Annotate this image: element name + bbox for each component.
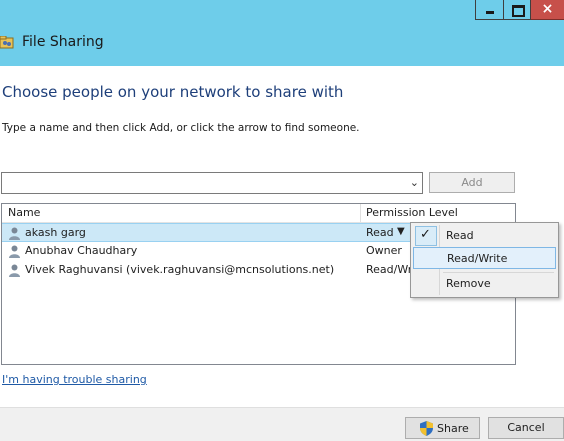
- close-icon: ×: [541, 1, 554, 17]
- column-header-permission[interactable]: Permission Level: [366, 206, 458, 219]
- user-icon: [9, 264, 20, 277]
- dropdown-arrow-icon[interactable]: ▼: [397, 226, 405, 237]
- user-name: akash garg: [25, 226, 86, 239]
- menu-item-read[interactable]: ✓ Read: [413, 225, 556, 247]
- window-title: File Sharing: [22, 34, 104, 50]
- permission-context-menu: ✓ Read Read/Write Remove: [410, 222, 559, 298]
- title-bar: × File Sharing: [0, 0, 564, 66]
- share-label: Share: [437, 422, 469, 435]
- close-button[interactable]: ×: [531, 0, 564, 20]
- user-name: Anubhav Chaudhary: [25, 244, 138, 257]
- menu-item-read-write[interactable]: Read/Write: [413, 247, 556, 269]
- permission-level: Owner: [366, 244, 402, 257]
- minimize-button[interactable]: [475, 0, 504, 20]
- instructions-text: Type a name and then click Add, or click…: [2, 122, 360, 134]
- menu-item-label: Remove: [446, 277, 491, 290]
- menu-item-label: Read: [446, 229, 474, 242]
- share-button[interactable]: Share: [405, 417, 480, 439]
- page-heading: Choose people on your network to share w…: [2, 83, 344, 101]
- menu-item-label: Read/Write: [447, 252, 508, 265]
- chevron-down-icon[interactable]: ⌄: [410, 176, 419, 189]
- name-combobox[interactable]: ⌄: [1, 172, 423, 194]
- maximize-button[interactable]: [504, 0, 531, 20]
- menu-item-remove[interactable]: Remove: [413, 273, 556, 295]
- column-divider[interactable]: [360, 204, 361, 222]
- user-name: Vivek Raghuvansi (vivek.raghuvansi@mcnso…: [25, 263, 335, 276]
- list-header: Name Permission Level: [2, 204, 515, 223]
- trouble-sharing-link[interactable]: I'm having trouble sharing: [2, 373, 147, 386]
- file-sharing-icon: [0, 36, 14, 49]
- shield-icon: [420, 421, 433, 436]
- user-icon: [9, 245, 20, 258]
- column-header-name[interactable]: Name: [8, 206, 40, 219]
- user-icon: [9, 227, 20, 240]
- permission-level[interactable]: Read/Wr: [366, 263, 412, 276]
- check-indicator: ✓: [415, 226, 437, 246]
- checkmark-icon: ✓: [420, 227, 431, 242]
- cancel-button[interactable]: Cancel: [488, 417, 564, 439]
- add-button[interactable]: Add: [429, 172, 515, 193]
- permission-level[interactable]: Read: [366, 226, 394, 239]
